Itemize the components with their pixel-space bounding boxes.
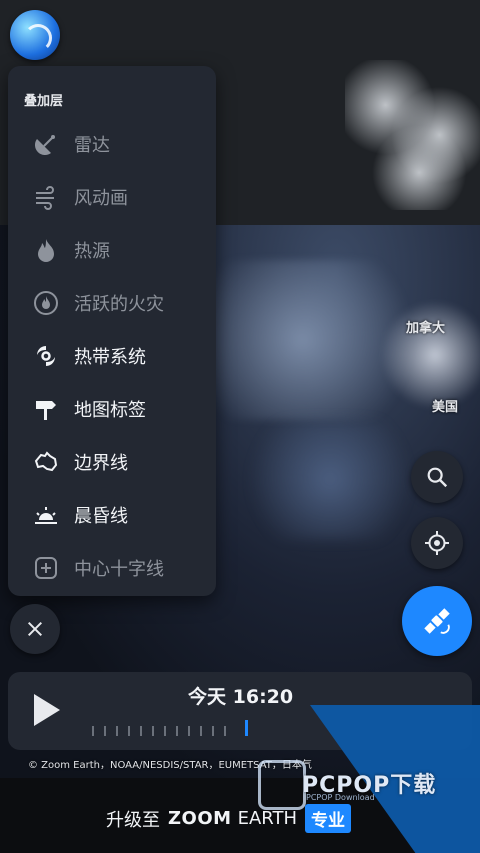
layer-label: 中心十字线 <box>74 559 164 580</box>
layer-item-borders[interactable]: 边界线 <box>8 437 216 487</box>
layer-label: 雷达 <box>74 135 110 156</box>
layer-item-terminator[interactable]: 晨昏线 <box>8 490 216 540</box>
current-time: 今天 16:20 <box>188 682 293 709</box>
australia-outline-icon <box>32 448 60 476</box>
layer-label: 地图标签 <box>74 400 146 421</box>
locate-button[interactable] <box>411 517 463 569</box>
time-tick <box>176 726 178 736</box>
layer-item-wind[interactable]: 风动画 <box>8 172 216 222</box>
layer-item-map-labels[interactable]: 地图标签 <box>8 384 216 434</box>
app-logo-button[interactable] <box>10 10 60 60</box>
search-button[interactable] <box>411 451 463 503</box>
plus-square-icon <box>32 554 60 582</box>
layer-item-radar[interactable]: 雷达 <box>8 119 216 169</box>
layer-item-crosshair[interactable]: 中心十字线 <box>8 543 216 593</box>
time-tick <box>224 726 226 736</box>
layer-item-tropical[interactable]: 热带系统 <box>8 331 216 381</box>
map-label-usa: 美国 <box>432 400 459 415</box>
brand-earth: EARTH <box>237 808 297 829</box>
day-label: 今天 <box>188 686 227 708</box>
cloud-cover <box>230 420 430 540</box>
layer-item-heat[interactable]: 热源 <box>8 225 216 275</box>
play-button[interactable] <box>34 694 60 726</box>
logo-icon <box>24 24 52 52</box>
signpost-icon <box>32 395 60 423</box>
layer-label: 边界线 <box>74 453 128 474</box>
time-tick <box>188 726 190 736</box>
satellite-button[interactable] <box>402 586 472 656</box>
pro-badge: 专业 <box>305 804 351 833</box>
wind-icon <box>32 183 60 211</box>
flame-icon <box>32 236 60 264</box>
upgrade-prefix: 升级至 <box>106 809 160 831</box>
arctic-islands <box>345 60 480 210</box>
fire-circle-icon <box>32 289 60 317</box>
layer-label: 热源 <box>74 241 110 262</box>
layer-label: 活跃的火灾 <box>74 294 164 315</box>
time-scrubber[interactable] <box>92 720 252 736</box>
upgrade-text: 升级至 ZOOM EARTH 专业 <box>106 804 351 833</box>
close-icon <box>27 621 43 637</box>
current-time-marker <box>245 720 248 736</box>
satellite-icon <box>424 608 450 634</box>
time-tick <box>116 726 118 736</box>
crosshair-locate-icon <box>425 531 449 555</box>
time-tick <box>200 726 202 736</box>
map-label-canada: 加拿大 <box>406 321 446 336</box>
layer-item-active-fires[interactable]: 活跃的火灾 <box>8 278 216 328</box>
panel-title: 叠加层 <box>24 94 64 109</box>
watermark-logo <box>258 760 306 810</box>
time-tick <box>92 726 94 736</box>
search-icon <box>427 467 448 488</box>
watermark-subtext: PCPOP Download <box>306 793 375 802</box>
radar-dish-icon <box>32 130 60 158</box>
layer-label: 风动画 <box>74 188 128 209</box>
layer-label: 晨昏线 <box>74 506 128 527</box>
time-tick <box>164 726 166 736</box>
time-tick <box>128 726 130 736</box>
time-tick <box>140 726 142 736</box>
time-tick <box>212 726 214 736</box>
hurricane-icon <box>32 342 60 370</box>
sunrise-icon <box>32 501 60 529</box>
time-tick <box>104 726 106 736</box>
close-panel-button[interactable] <box>10 604 60 654</box>
time-tick <box>152 726 154 736</box>
layer-label: 热带系统 <box>74 347 146 368</box>
brand-zoom: ZOOM <box>168 808 232 829</box>
time-value: 16:20 <box>232 686 294 708</box>
layers-panel: 叠加层 雷达 风动画 热源 活跃的火灾 热带系统 地图标签 边界线 晨昏线 中心… <box>8 66 216 596</box>
